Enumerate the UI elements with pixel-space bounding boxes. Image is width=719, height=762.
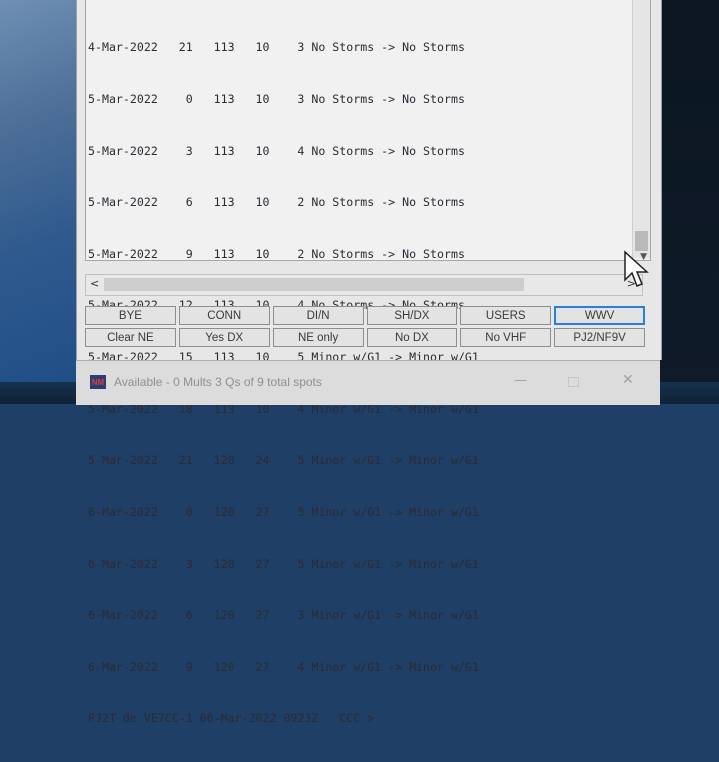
bye-button[interactable]: BYE (85, 306, 176, 325)
terminal-line: 6-Mar-2022 9 120 27 4 Minor w/G1 -> Mino… (88, 659, 479, 674)
wwv-button[interactable]: WWV (554, 306, 645, 325)
secondary-window-titlebar[interactable]: NM Available - 0 Mults 3 Qs of 9 total s… (76, 360, 660, 405)
app-logo-icon: NM (90, 375, 106, 389)
command-buttons: BYE CONN DI/N SH/DX USERS WWV Clear NE Y… (85, 306, 645, 347)
users-button[interactable]: USERS (460, 306, 552, 325)
desktop-background-left (0, 0, 80, 404)
terminal-prompt-line: PJ2T de VE7CC-1 06-Mar-2022 0923Z CCC > (88, 711, 375, 726)
no-vhf-button[interactable]: No VHF (460, 328, 552, 347)
close-icon[interactable]: ✕ (622, 372, 634, 388)
pj2-nf9v-button[interactable]: PJ2/NF9V (554, 328, 645, 347)
terminal-line: 5-Mar-2022 0 113 10 3 No Storms -> No St… (88, 92, 465, 107)
din-button[interactable]: DI/N (272, 306, 364, 325)
yes-dx-button[interactable]: Yes DX (178, 328, 270, 347)
terminal-line: 5-Mar-2022 9 113 10 2 No Storms -> No St… (88, 246, 465, 261)
terminal-line: 5-Mar-2022 21 120 24 5 Minor w/G1 -> Min… (88, 453, 479, 468)
ne-only-button[interactable]: NE only (272, 328, 364, 347)
maximize-icon[interactable] (568, 377, 579, 387)
terminal-line: 6-Mar-2022 6 120 27 3 Minor w/G1 -> Mino… (88, 608, 479, 623)
terminal-line: 4-Mar-2022 21 113 10 3 No Storms -> No S… (88, 40, 465, 55)
terminal-line: 6-Mar-2022 0 120 27 5 Minor w/G1 -> Mino… (88, 504, 479, 519)
show-dx-button[interactable]: SH/DX (366, 306, 458, 325)
desktop-background-right (657, 0, 719, 404)
cluster-window: 4-Mar-2022 21 113 10 3 No Storms -> No S… (76, 0, 662, 725)
vertical-scrollbar[interactable]: ▼ (632, 0, 650, 262)
clear-ne-button[interactable]: Clear NE (85, 328, 176, 347)
conn-button[interactable]: CONN (178, 306, 270, 325)
vertical-scroll-thumb[interactable] (635, 231, 648, 251)
window-title: Available - 0 Mults 3 Qs of 9 total spot… (114, 375, 322, 389)
terminal-output[interactable]: 4-Mar-2022 21 113 10 3 No Storms -> No S… (85, 0, 651, 725)
mouse-cursor-icon (624, 250, 649, 287)
terminal-line: 5-Mar-2022 6 113 10 2 No Storms -> No St… (88, 195, 465, 210)
scroll-left-arrow-icon[interactable]: < (90, 277, 99, 290)
terminal-line: 5-Mar-2022 3 113 10 4 No Storms -> No St… (88, 143, 465, 158)
horizontal-scroll-thumb[interactable] (104, 278, 524, 291)
terminal-line: 6-Mar-2022 3 120 27 5 Minor w/G1 -> Mino… (88, 556, 479, 571)
horizontal-scrollbar[interactable]: < > (85, 274, 643, 296)
no-dx-button[interactable]: No DX (366, 328, 458, 347)
minimize-icon[interactable]: — (514, 373, 527, 388)
